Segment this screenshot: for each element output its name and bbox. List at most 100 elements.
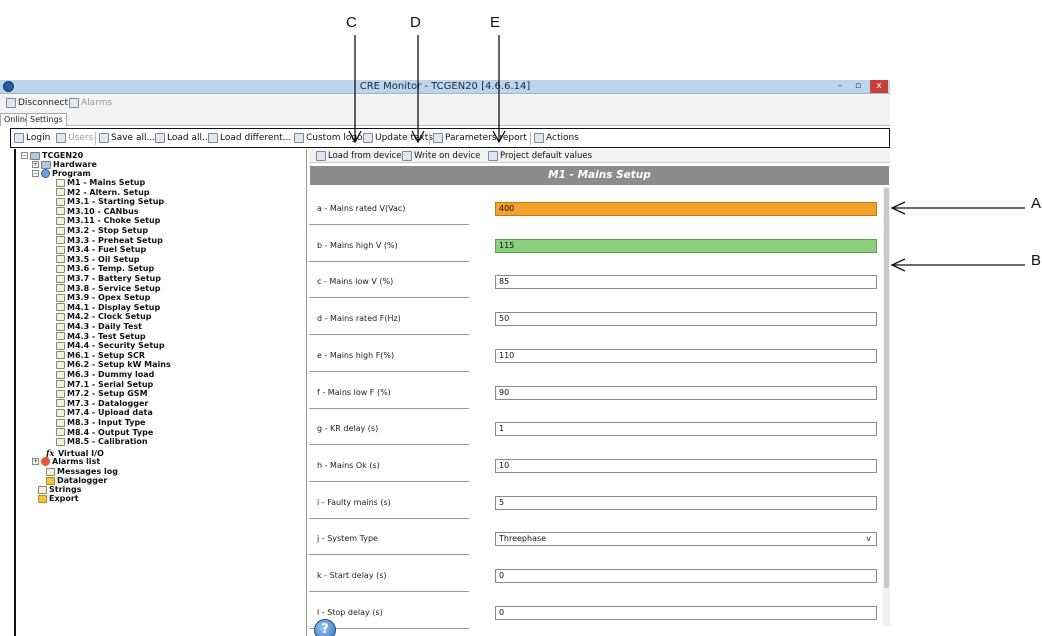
window-title: CRE Monitor - TCGEN20 [4.6.6.14] (359, 81, 531, 92)
tree-node-program-item[interactable]: M4.2 - Clock Setup (56, 312, 151, 321)
tree-node-program-item[interactable]: M3.11 - Choke Setup (56, 216, 160, 225)
tree-node-program-item[interactable]: M3.5 - Oil Setup (56, 255, 140, 264)
tree-node-program-item[interactable]: M6.2 - Setup kW Mains (56, 360, 171, 369)
vertical-scrollbar[interactable] (883, 186, 890, 626)
write-on-device-icon (402, 151, 412, 161)
setup-page-icon (56, 312, 65, 321)
tree-node-program-item[interactable]: M4.3 - Daily Test (56, 322, 142, 331)
tree-node-program-item[interactable]: M3.2 - Stop Setup (56, 226, 148, 235)
setup-page-icon (56, 370, 65, 379)
disconnect-label: Disconnect (18, 98, 68, 108)
tree-node-program-item[interactable]: M3.4 - Fuel Setup (56, 245, 146, 254)
tree-node-program-item[interactable]: M6.1 - Setup SCR (56, 351, 145, 360)
tree-node-program-item[interactable]: M4.1 - Display Setup (56, 303, 160, 312)
expand-icon[interactable]: + (32, 458, 39, 465)
parameter-label: h - Mains Ok (s) (317, 460, 380, 470)
tree-node-export[interactable]: Export (38, 494, 79, 503)
parameter-label: b - Mains high V (%) (317, 240, 398, 250)
tree-node-strings[interactable]: Strings (38, 485, 81, 494)
disconnect-button[interactable]: Disconnect (6, 98, 68, 108)
tree-node-label: M3.9 - Opex Setup (67, 293, 151, 303)
tree-node-root[interactable]: − TCGEN20 (21, 151, 83, 160)
close-button[interactable]: x (870, 80, 888, 93)
project-default-values-button[interactable]: Project default values (488, 151, 592, 161)
custom-logo-button[interactable]: Custom logo (294, 133, 363, 143)
actions-button[interactable]: Actions (534, 133, 579, 143)
tree-node-program-item[interactable]: M7.2 - Setup GSM (56, 389, 148, 398)
tree-node-messages-log[interactable]: Messages log (46, 467, 118, 476)
tree-node-program-item[interactable]: M7.4 - Upload data (56, 408, 153, 417)
row-divider (309, 591, 469, 592)
report-icon (433, 133, 443, 143)
tree-node-label: Hardware (53, 160, 97, 169)
tree-node-program-item[interactable]: M7.3 - Datalogger (56, 399, 148, 408)
setup-page-icon (56, 389, 65, 398)
tree-node-program-item[interactable]: M6.3 - Dummy load (56, 370, 154, 379)
tab-settings[interactable]: Settings (26, 113, 67, 126)
export-icon (38, 494, 47, 503)
tree-node-program-item[interactable]: M7.1 - Serial Setup (56, 380, 153, 389)
expand-icon[interactable]: + (32, 161, 39, 168)
load-from-device-button[interactable]: Load from device (316, 151, 402, 161)
load-all-label: Load all... (167, 133, 211, 143)
parameter-input[interactable]: 10 (495, 458, 877, 473)
tree-node-program-item[interactable]: M4.4 - Security Setup (56, 341, 165, 350)
tree-node-program-item[interactable]: M3.3 - Preheat Setup (56, 236, 163, 245)
alarms-button[interactable]: Alarms (69, 98, 112, 108)
load-all-button[interactable]: Load all... (155, 133, 211, 143)
row-divider (309, 224, 469, 225)
scroll-thumb[interactable] (884, 188, 889, 588)
collapse-icon[interactable]: − (21, 152, 28, 159)
parameter-input[interactable]: 5 (495, 495, 877, 510)
tree-node-hardware[interactable]: + Hardware (32, 160, 97, 169)
parameter-select[interactable]: Threephase (495, 532, 877, 547)
tree-node-program-item[interactable]: M8.5 - Calibration (56, 437, 148, 446)
tree-node-program-item[interactable]: M3.10 - CANbus (56, 207, 139, 216)
login-button[interactable]: Login (14, 133, 50, 143)
tree-node-datalogger[interactable]: Datalogger (46, 476, 107, 485)
row-divider (309, 297, 469, 299)
tree-node-program-item[interactable]: M3.8 - Service Setup (56, 284, 161, 293)
tree-node-program-item[interactable]: M8.4 - Output Type (56, 428, 153, 437)
parameter-input[interactable]: 110 (495, 348, 877, 363)
parameter-input[interactable]: 0 (495, 569, 877, 583)
write-on-device-button[interactable]: Write on device (402, 151, 480, 161)
toolbar-separator (429, 132, 430, 145)
setup-page-icon (56, 380, 65, 389)
help-button[interactable]: ? (311, 617, 339, 636)
tree-node-program-item[interactable]: M3.7 - Battery Setup (56, 274, 161, 283)
tree-node-label: M3.8 - Service Setup (67, 283, 161, 293)
save-all-button[interactable]: Save all... (99, 133, 155, 143)
load-different-button[interactable]: Load different... (208, 133, 291, 143)
parameter-input[interactable]: 0 (495, 605, 877, 620)
parameters-report-button[interactable]: Parameters report (433, 133, 527, 143)
parameter-input[interactable]: 115 (495, 238, 877, 253)
tree-node-program-item[interactable]: M1 - Mains Setup (56, 178, 145, 187)
parameter-input[interactable]: 1 (495, 422, 877, 437)
restore-button[interactable]: ▫ (850, 80, 866, 93)
tree-node-program-item[interactable]: M8.3 - Input Type (56, 418, 146, 427)
tree-node-label: M8.4 - Output Type (67, 427, 154, 437)
parameter-input[interactable]: 400 (495, 202, 877, 216)
tree-node-program-item[interactable]: M3.9 - Opex Setup (56, 293, 150, 302)
collapse-icon[interactable]: − (32, 170, 39, 177)
tree-node-program-item[interactable]: M3.6 - Temp. Setup (56, 264, 154, 273)
title-bar[interactable]: CRE Monitor - TCGEN20 [4.6.6.14] – ▫ x (0, 80, 890, 94)
parameter-input[interactable]: 85 (495, 275, 877, 290)
tree-node-label: M4.3 - Test Setup (67, 331, 146, 341)
load-different-label: Load different... (220, 133, 292, 143)
tree-node-program-item[interactable]: M4.3 - Test Setup (56, 332, 146, 341)
parameter-input[interactable]: 90 (495, 385, 877, 400)
tree-node-label: M3.4 - Fuel Setup (67, 245, 147, 255)
tree-node-program[interactable]: − Program (32, 169, 91, 178)
update-texts-button[interactable]: Update texts (363, 133, 433, 143)
tree-node-program-item[interactable]: M3.1 - Starting Setup (56, 197, 164, 206)
users-button[interactable]: Users (56, 133, 93, 143)
plug-icon (6, 98, 16, 108)
minimize-button[interactable]: – (832, 80, 848, 93)
parameter-label: g - KR delay (s) (317, 424, 379, 434)
parameter-label: f - Mains low F (%) (317, 387, 391, 397)
tree-node-alarms-list[interactable]: + Alarms list (32, 457, 100, 466)
tree-node-program-item[interactable]: M2 - Altern. Setup (56, 188, 150, 197)
parameter-input[interactable]: 50 (495, 312, 877, 327)
